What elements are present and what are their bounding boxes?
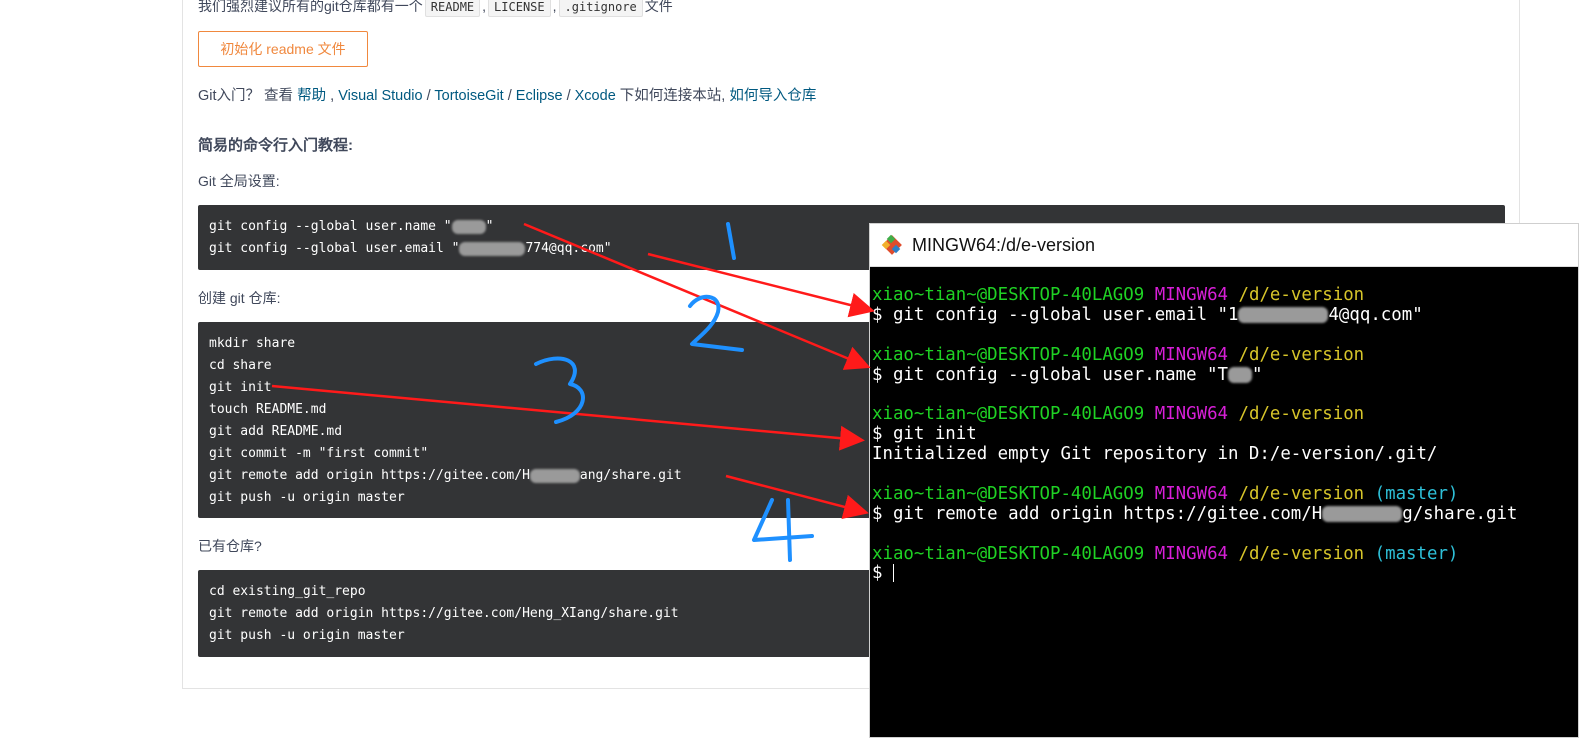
init-readme-button[interactable]: 初始化 readme 文件 [198,31,368,67]
command-line: $ git init [872,424,977,445]
create-label: 创建 git 仓库: [198,290,281,306]
prompt-line: xiao~tian~@DESKTOP-40LAGO9 MINGW64 /d/e-… [872,404,1365,425]
readme-hint: 我们强烈建议所有的git仓库都有一个 README, LICENSE, .gitign… [198,0,673,17]
command-line: $ git config --global user.email "1 4@qq.… [872,304,1423,325]
eclipse-link[interactable]: Eclipse [516,88,563,104]
tortoisegit-link[interactable]: TortoiseGit [434,88,503,104]
output-line: Initialized empty Git repository in D:/e… [872,444,1438,465]
links-mid: 下如何连接本站, [619,88,726,104]
git-logo-icon [880,233,904,257]
help-links: Git入门？ 查看 帮助 , Visual Studio / TortoiseG… [198,88,817,104]
terminal-titlebar[interactable]: MINGW64:/d/e-version [870,224,1578,267]
links-prefix: Git入门？ 查看 [198,88,294,104]
xcode-link[interactable]: Xcode [575,88,616,104]
redacted-blur [529,468,580,483]
text-cursor [892,564,894,583]
license-code: LICENSE [488,0,551,17]
command-line: $ git config --global user.name "T " [872,364,1263,385]
command-line: $ git remote add origin https://gitee.co… [872,503,1518,524]
terminal-output: xiao~tian~@DESKTOP-40LAGO9 MINGW64 /d/e-… [872,285,1518,584]
redacted-blur [1238,306,1329,323]
hint-prefix: 我们强烈建议所有的git仓库都有一个 [198,0,423,14]
help-link[interactable]: 帮助 [297,88,326,104]
readme-code: README [424,0,481,17]
global-label: Git 全局设置: [198,173,280,189]
input-line[interactable]: $ [872,564,1517,584]
section-title: 简易的命令行入门教程: [198,137,353,154]
redacted-blur [459,241,526,256]
redacted-blur [451,219,486,234]
visual-studio-link[interactable]: Visual Studio [338,88,422,104]
prompt-line: xiao~tian~@DESKTOP-40LAGO9 MINGW64 /d/e-… [872,483,1459,504]
terminal-title: MINGW64:/d/e-version [912,234,1096,255]
import-repo-link[interactable]: 如何导入仓库 [729,88,816,104]
prompt-line: xiao~tian~@DESKTOP-40LAGO9 MINGW64 /d/e-… [872,285,1365,305]
redacted-blur [1322,505,1403,522]
terminal-window[interactable]: MINGW64:/d/e-version xiao~tian~@DESKTOP-… [869,223,1579,738]
gitignore-code: .gitignore [558,0,643,17]
hint-suffix: 文件 [644,0,673,14]
prompt-line: xiao~tian~@DESKTOP-40LAGO9 MINGW64 /d/e-… [872,344,1365,365]
prompt-line: xiao~tian~@DESKTOP-40LAGO9 MINGW64 /d/e-… [872,543,1459,564]
redacted-blur [1227,366,1252,383]
existing-label: 已有仓库? [198,538,262,554]
